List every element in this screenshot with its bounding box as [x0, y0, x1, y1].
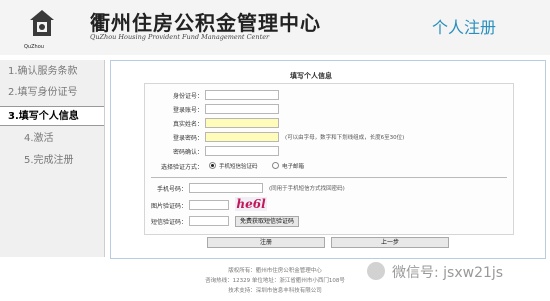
phone-input[interactable] — [189, 183, 263, 193]
email-radio[interactable] — [272, 162, 279, 169]
id-number-label: 身份证号： — [172, 93, 203, 100]
verify-method-label: 选择验证方式： — [160, 164, 203, 171]
step-item-complete[interactable]: 5.完成注册 — [0, 151, 104, 171]
real-name-label: 真实姓名： — [172, 121, 203, 128]
confirm-password-input[interactable] — [205, 146, 279, 156]
tech-support-text: 技术支持：深圳市信息丰科技有限公司 — [228, 288, 322, 294]
password-hint: (可以由字母，数字和下划线组成，长度6至30位) — [285, 135, 405, 141]
password-input[interactable] — [205, 132, 279, 142]
image-code-input[interactable] — [189, 200, 229, 210]
sms-code-input[interactable] — [189, 216, 229, 226]
wechat-icon — [367, 262, 385, 280]
logo-text: QuZhou — [24, 44, 44, 50]
personal-info-form: 身份证号： 登录账号： 真实姓名： 登录密码： (可以由字母，数字和下划线组成，… — [144, 83, 514, 235]
real-name-input[interactable] — [205, 118, 279, 128]
step-item-id-number[interactable]: 2.填写身份证号 — [0, 83, 104, 103]
step-item-confirm-terms[interactable]: 1.确认服务条款 — [0, 62, 104, 82]
divider — [151, 177, 507, 178]
email-option-label[interactable]: 电子邮箱 — [282, 162, 304, 170]
watermark-text: 微信号: jsxw21js — [392, 265, 504, 281]
get-sms-code-button[interactable]: 免费获取短信验证码 — [235, 216, 299, 227]
step-nav: 1.确认服务条款 2.填写身份证号 3.填写个人信息 4.激活 5.完成注册 — [0, 60, 105, 257]
image-code-label: 图片验证码： — [150, 203, 187, 210]
site-subtitle: QuZhou Housing Provident Fund Management… — [90, 33, 270, 41]
sms-code-label: 短信验证码： — [150, 219, 187, 226]
password-label: 登录密码： — [172, 135, 203, 142]
previous-step-button[interactable]: 上一步 — [331, 237, 449, 248]
phone-label: 手机号码： — [156, 186, 187, 193]
site-header: QuZhou 衢州住房公积金管理中心 QuZhou Housing Provid… — [0, 0, 550, 55]
confirm-password-label: 密码确认： — [172, 149, 203, 156]
main-panel: 填写个人信息 身份证号： 登录账号： 真实姓名： 登录密码： (可以由字母，数字… — [110, 60, 546, 259]
phone-hint: (同用于手机短信方式找回密码) — [269, 186, 345, 192]
register-button[interactable]: 注册 — [207, 237, 325, 248]
id-number-field — [205, 90, 279, 100]
captcha-image[interactable]: he6l — [235, 197, 267, 211]
account-input[interactable] — [205, 104, 279, 114]
house-logo-icon — [30, 10, 54, 36]
form-title: 填写个人信息 — [290, 72, 332, 80]
step-item-activate[interactable]: 4.激活 — [0, 129, 104, 149]
sms-radio[interactable] — [209, 162, 216, 169]
sms-option-label[interactable]: 手机短信验证码 — [219, 162, 258, 170]
step-item-personal-info[interactable]: 3.填写个人信息 — [0, 106, 104, 126]
page-title: 个人注册 — [432, 18, 497, 37]
account-label: 登录账号： — [172, 107, 203, 114]
site-title: 衢州住房公积金管理中心 — [90, 11, 321, 35]
